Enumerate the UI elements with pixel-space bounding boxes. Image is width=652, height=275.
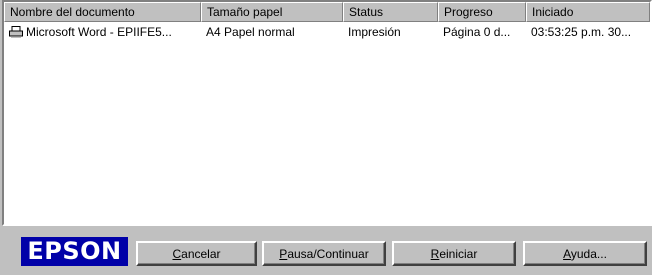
progress-cell: Página 0 d... <box>443 25 511 39</box>
column-header-paper-size[interactable]: Tamaño papel <box>201 2 343 22</box>
printer-document-icon <box>9 26 23 38</box>
cancel-button[interactable]: Cancelar <box>136 241 257 266</box>
started-cell: 03:53:25 p.m. 30... <box>531 25 632 39</box>
paper-size-cell: A4 Papel normal <box>206 25 295 39</box>
cancel-button-label: ancelar <box>181 247 221 261</box>
status-cell: Impresión <box>348 25 401 39</box>
document-name-cell: Microsoft Word - EPIIFE5... <box>4 23 201 42</box>
pause-button-label: ausa/Continuar <box>287 247 369 261</box>
pause-resume-button[interactable]: Pausa/Continuar <box>262 241 386 266</box>
column-header-document-name[interactable]: Nombre del documento <box>4 2 201 22</box>
restart-button[interactable]: Reiniciar <box>392 241 516 266</box>
print-job-list[interactable]: Nombre del documento Tamaño papel Status… <box>2 0 652 226</box>
help-button-accelerator: A <box>563 247 571 261</box>
column-header-status[interactable]: Status <box>343 2 438 22</box>
table-row[interactable]: Microsoft Word - EPIIFE5... A4 Papel nor… <box>4 23 650 42</box>
document-name: Microsoft Word - EPIIFE5... <box>26 25 172 39</box>
help-button[interactable]: Ayuda... <box>523 241 647 266</box>
print-queue-window: Nombre del documento Tamaño papel Status… <box>0 0 652 275</box>
list-header: Nombre del documento Tamaño papel Status… <box>4 2 650 22</box>
column-header-started[interactable]: Iniciado <box>526 2 650 22</box>
help-button-label: yuda... <box>570 247 607 261</box>
restart-button-label: einiciar <box>439 247 478 261</box>
button-bar: EPSON Cancelar Pausa/Continuar Reiniciar… <box>0 226 652 275</box>
epson-logo: EPSON <box>21 237 128 266</box>
column-header-progress[interactable]: Progreso <box>438 2 526 22</box>
cancel-button-accelerator: C <box>172 247 182 261</box>
